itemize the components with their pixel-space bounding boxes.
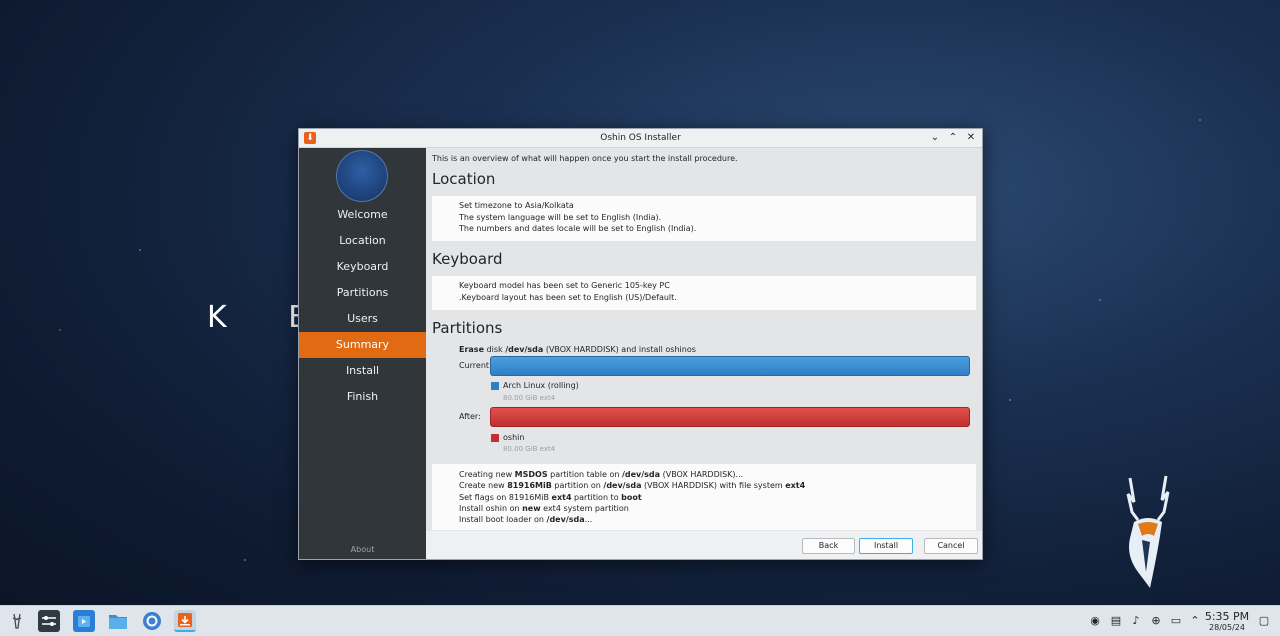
after-label: After: <box>459 412 481 421</box>
sidebar-item-finish: Finish <box>346 390 379 403</box>
window-title: Oshin OS Installer <box>600 133 681 143</box>
minimize-chevron-down-icon[interactable]: ⌄ <box>928 131 942 145</box>
current-legend-label: Arch Linux (rolling) <box>503 381 579 390</box>
operation-line: Install oshin on new ext4 system partiti… <box>459 503 629 513</box>
taskbar: ◉ ▤ ♪ ⊕ ▭ ⌃ 5:35 PM 28/05/24 ▢ <box>0 605 1280 636</box>
expand-tray-icon[interactable]: ⌃ <box>1189 615 1201 627</box>
operation-line: Install boot loader on /dev/sda... <box>459 515 593 525</box>
location-summary: Set timezone to Asia/Kolkata The system … <box>432 196 976 241</box>
sidebar-item-welcome: Welcome <box>337 208 388 221</box>
network-share-icon[interactable]: ◉ <box>1089 615 1101 627</box>
deer-logo-icon <box>1126 475 1170 588</box>
keyboard-line: .Keyboard layout has been set to English… <box>459 292 677 302</box>
volume-icon[interactable]: ♪ <box>1130 615 1142 627</box>
updates-icon[interactable]: ⊕ <box>1150 615 1162 627</box>
chromium-browser-icon[interactable] <box>141 610 163 632</box>
operations-list: Creating new MSDOS partition table on /d… <box>432 464 976 530</box>
show-desktop-icon[interactable]: ▢ <box>1258 615 1270 627</box>
back-button[interactable]: Back <box>802 538 855 554</box>
installer-sidebar: Welcome Location Keyboard Partitions Use… <box>299 148 426 559</box>
sidebar-item-location: Location <box>339 234 386 247</box>
summary-page: This is an overview of what will happen … <box>426 148 982 531</box>
current-partition-size: 80.00 GiB ext4 <box>503 394 556 402</box>
location-line: The system language will be set to Engli… <box>459 212 662 222</box>
operation-line: Creating new MSDOS partition table on /d… <box>459 470 744 479</box>
location-line: The numbers and dates locale will be set… <box>459 224 697 233</box>
install-button[interactable]: Install <box>859 538 913 554</box>
close-icon[interactable]: ✕ <box>964 131 978 145</box>
installer-window: ⬇ Oshin OS Installer ⌄ ⌃ ✕ Welcome Locat… <box>298 128 983 560</box>
sidebar-item-install: Install <box>345 364 380 377</box>
erase-description: Erase disk /dev/sda (VBOX HARDDISK) and … <box>459 345 696 354</box>
partitions-heading: Partitions <box>432 319 503 337</box>
current-legend: Arch Linux (rolling) <box>491 381 579 390</box>
keyboard-heading: Keyboard <box>432 250 503 268</box>
sidebar-item-keyboard: Keyboard <box>336 260 389 273</box>
location-heading: Location <box>432 170 496 188</box>
after-legend-label: oshin <box>503 433 525 442</box>
location-line: Set timezone to Asia/Kolkata <box>459 201 574 210</box>
title-bar[interactable]: ⬇ Oshin OS Installer ⌄ ⌃ ✕ <box>299 129 982 148</box>
about-button[interactable]: About <box>299 545 426 554</box>
erase-device: /dev/sda <box>505 345 544 354</box>
sidebar-item-partitions: Partitions <box>336 286 389 299</box>
network-icon[interactable]: ▭ <box>1170 615 1182 627</box>
erase-text: disk <box>484 345 506 354</box>
clipboard-icon[interactable]: ▤ <box>1110 615 1122 627</box>
sidebar-item-users: Users <box>347 312 378 325</box>
discover-store-icon[interactable] <box>73 610 95 632</box>
clock[interactable]: 5:35 PM 28/05/24 <box>1204 610 1250 633</box>
launcher-icon[interactable] <box>6 610 28 632</box>
operation-line: Set flags on 81916MiB ext4 partition to … <box>459 492 642 502</box>
summary-intro: This is an overview of what will happen … <box>432 154 738 163</box>
deer-logo-icon <box>336 150 388 202</box>
file-manager-icon[interactable] <box>107 610 129 632</box>
installer-icon[interactable] <box>174 610 196 632</box>
erase-keyword: Erase <box>459 345 484 354</box>
after-swatch <box>491 433 499 442</box>
system-settings-icon[interactable] <box>38 610 60 632</box>
erase-text: (VBOX HARDDISK) and install oshinos <box>543 345 696 354</box>
after-partition-size: 80.00 GiB ext4 <box>503 445 556 453</box>
sidebar-item-summary: Summary <box>299 332 426 358</box>
after-partition-bar <box>490 407 970 427</box>
current-partition-bar <box>490 356 970 376</box>
current-swatch <box>491 381 499 390</box>
installer-app-icon: ⬇ <box>304 132 316 144</box>
clock-date: 28/05/24 <box>1209 623 1245 632</box>
cancel-button[interactable]: Cancel <box>924 538 978 554</box>
after-legend: oshin <box>491 433 524 442</box>
maximize-chevron-up-icon[interactable]: ⌃ <box>946 131 960 145</box>
current-label: Current: <box>459 361 492 370</box>
keyboard-line: Keyboard model has been set to Generic 1… <box>459 281 670 290</box>
keyboard-summary: Keyboard model has been set to Generic 1… <box>432 276 976 310</box>
operation-line: Create new 81916MiB partition on /dev/sd… <box>459 481 806 491</box>
clock-time: 5:35 PM <box>1204 610 1250 623</box>
